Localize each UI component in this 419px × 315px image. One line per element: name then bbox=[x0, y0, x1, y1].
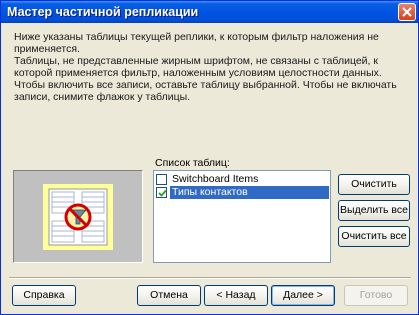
filtered-table-icon bbox=[13, 170, 143, 263]
footer-separator bbox=[9, 277, 411, 279]
select-all-button[interactable]: Выделить все bbox=[338, 200, 410, 221]
tables-listbox[interactable]: Switchboard Items Типы контактов bbox=[153, 170, 331, 263]
help-button[interactable]: Справка bbox=[12, 285, 76, 306]
tables-list-label: Список таблиц: bbox=[155, 157, 230, 169]
intro-text: Ниже указаны таблицы текущей реплики, к … bbox=[14, 31, 379, 55]
table-checkbox[interactable] bbox=[156, 174, 167, 185]
back-button[interactable]: < Назад bbox=[204, 285, 268, 306]
title-bar[interactable]: Мастер частичной репликации bbox=[1, 1, 418, 23]
list-item[interactable]: Switchboard Items bbox=[155, 173, 329, 186]
next-button[interactable]: Далее > bbox=[271, 285, 335, 306]
cancel-button[interactable]: Отмена bbox=[137, 285, 201, 306]
replication-wizard-window: Мастер частичной репликации Ниже указаны… bbox=[0, 0, 419, 315]
list-item[interactable]: Типы контактов bbox=[155, 186, 329, 199]
window-title: Мастер частичной репликации bbox=[7, 5, 199, 19]
list-item-label: Типы контактов bbox=[170, 186, 329, 199]
clear-button[interactable]: Очистить bbox=[338, 174, 410, 195]
table-checkbox[interactable] bbox=[156, 187, 167, 198]
clear-all-button[interactable]: Очистить все bbox=[338, 226, 410, 247]
finish-button: Готово bbox=[344, 285, 408, 306]
close-icon[interactable] bbox=[398, 3, 416, 21]
list-item-label: Switchboard Items bbox=[172, 173, 259, 185]
description-text: Таблицы, не представленные жирным шрифто… bbox=[14, 55, 397, 103]
